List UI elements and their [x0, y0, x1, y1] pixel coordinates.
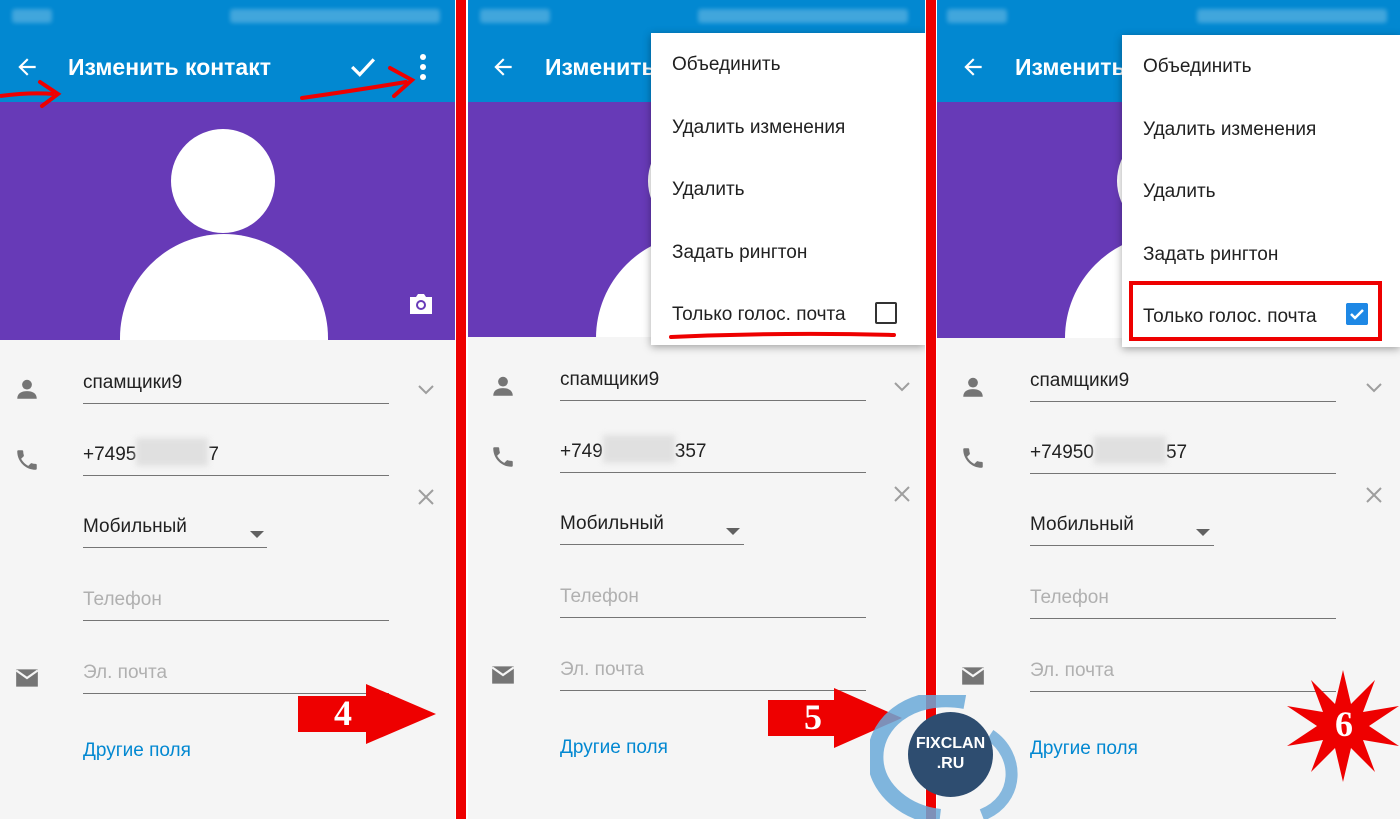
- back-arrow-icon[interactable]: [490, 54, 516, 80]
- phone-type-label: Мобильный: [560, 513, 664, 534]
- email-icon: [961, 667, 985, 685]
- person-icon: [17, 379, 37, 399]
- phone-type-label: Мобильный: [83, 516, 187, 537]
- close-icon[interactable]: [893, 485, 911, 503]
- phone-type-select[interactable]: Мобильный: [560, 505, 744, 545]
- email-icon: [15, 669, 39, 687]
- status-bar: [937, 0, 1400, 32]
- menu-item-set-ringtone[interactable]: Задать рингтон: [672, 242, 807, 264]
- more-fields-link[interactable]: Другие поля: [83, 740, 191, 762]
- more-fields-link[interactable]: Другие поля: [1030, 738, 1138, 760]
- more-vert-icon[interactable]: [418, 53, 428, 81]
- menu-item-voicemail-only[interactable]: Только голос. почта: [672, 304, 846, 326]
- name-field[interactable]: спамщики9: [83, 364, 389, 404]
- menu-item-discard-changes[interactable]: Удалить изменения: [1143, 119, 1316, 141]
- phone-prefix: +7495: [83, 444, 137, 466]
- camera-icon[interactable]: [407, 292, 435, 316]
- phone-type-select[interactable]: Мобильный: [83, 508, 267, 548]
- email-icon: [491, 666, 515, 684]
- step-number-6: 6: [1335, 704, 1353, 744]
- phone-field[interactable]: +7495 7: [83, 436, 389, 476]
- close-icon[interactable]: [1365, 486, 1383, 504]
- logo-line1: FIXCLAN: [915, 735, 986, 752]
- menu-item-merge[interactable]: Объединить: [672, 54, 780, 76]
- phone-redaction: [602, 435, 675, 463]
- step-number-4: 4: [334, 693, 352, 733]
- phone-type-select[interactable]: Мобильный: [1030, 506, 1214, 546]
- status-bar: [0, 0, 455, 32]
- avatar-head: [171, 129, 275, 233]
- fixclan-logo-badge: FIXCLAN .RU: [908, 712, 993, 797]
- red-arrow-to-menu: [300, 66, 416, 100]
- page-title: Изменить контакт: [68, 54, 272, 80]
- red-arrow-to-title: [0, 80, 62, 108]
- phone-input-empty[interactable]: Телефон: [560, 578, 866, 618]
- avatar-body: [120, 234, 328, 340]
- phone-prefix: +749: [560, 441, 603, 463]
- overflow-menu: Объединить Удалить изменения Удалить Зад…: [651, 33, 925, 345]
- menu-item-set-ringtone[interactable]: Задать рингтон: [1143, 244, 1278, 266]
- close-icon[interactable]: [417, 488, 435, 506]
- chevron-down-icon[interactable]: [417, 384, 435, 396]
- phone-icon: [493, 447, 513, 467]
- red-underline-annotation: [669, 331, 896, 339]
- red-divider-1: [456, 0, 466, 819]
- dropdown-arrow-icon: [726, 528, 740, 535]
- chevron-down-icon[interactable]: [1365, 382, 1383, 394]
- phone-suffix: 7: [208, 444, 219, 466]
- phone-field[interactable]: +749 357: [560, 433, 866, 473]
- back-arrow-icon[interactable]: [960, 54, 986, 80]
- person-icon: [493, 376, 513, 396]
- dropdown-arrow-icon: [250, 531, 264, 538]
- phone-suffix: 357: [674, 441, 707, 463]
- chevron-down-icon[interactable]: [893, 381, 911, 393]
- person-icon: [963, 377, 983, 397]
- status-bar: [468, 0, 925, 32]
- contact-photo-header: [0, 102, 455, 340]
- dropdown-arrow-icon: [1196, 529, 1210, 536]
- phone-icon: [17, 450, 37, 470]
- phone-type-label: Мобильный: [1030, 514, 1134, 535]
- email-field[interactable]: Эл. почта: [560, 651, 866, 691]
- name-field[interactable]: спамщики9: [1030, 362, 1336, 402]
- phone-prefix: +74950: [1030, 442, 1094, 464]
- more-fields-link[interactable]: Другие поля: [560, 737, 668, 759]
- contact-form: спамщики9 +7495 7 Мобильный Телефон Эл. п…: [0, 340, 455, 819]
- menu-item-merge[interactable]: Объединить: [1143, 56, 1251, 78]
- red-highlight-box: [1129, 281, 1382, 341]
- menu-item-delete[interactable]: Удалить: [672, 179, 745, 201]
- step-number-5: 5: [804, 697, 822, 737]
- voicemail-checkbox[interactable]: [875, 302, 897, 324]
- phone-field[interactable]: +74950 57: [1030, 434, 1336, 474]
- phone-input-empty[interactable]: Телефон: [1030, 579, 1336, 619]
- phone-redaction: [1093, 436, 1166, 464]
- menu-item-delete[interactable]: Удалить: [1143, 181, 1216, 203]
- menu-item-discard-changes[interactable]: Удалить изменения: [672, 117, 845, 139]
- name-field[interactable]: спамщики9: [560, 361, 866, 401]
- phone-input-empty[interactable]: Телефон: [83, 581, 389, 621]
- logo-line2: .RU: [936, 755, 965, 772]
- phone-suffix: 57: [1165, 442, 1188, 464]
- phone-icon: [963, 448, 983, 468]
- phone-redaction: [136, 438, 209, 466]
